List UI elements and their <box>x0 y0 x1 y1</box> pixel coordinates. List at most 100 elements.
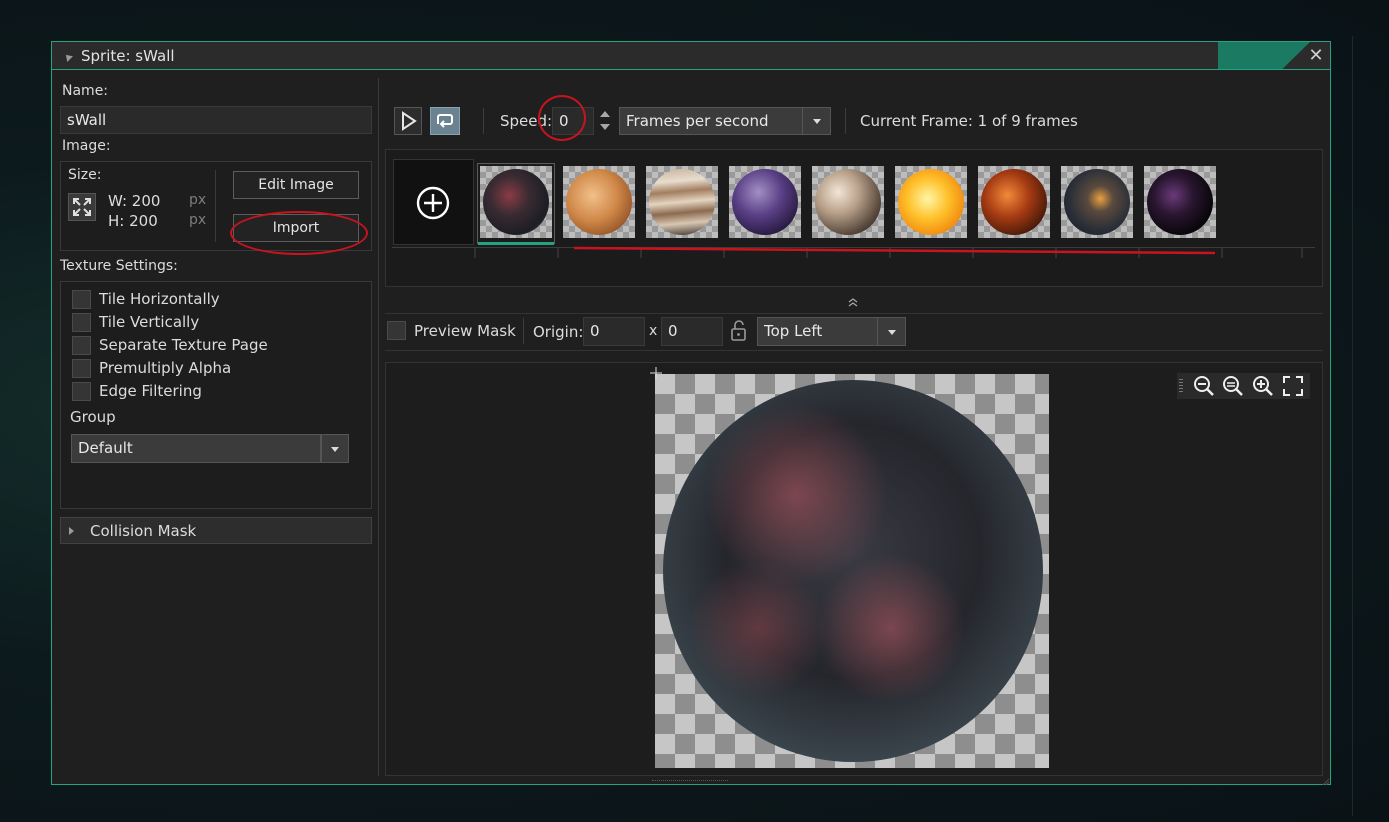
tile-vertically-label: Tile Vertically <box>99 313 200 331</box>
toolbar-separator <box>483 108 484 134</box>
play-icon <box>402 111 417 131</box>
chevron-down-icon <box>331 447 339 452</box>
zoom-out-icon <box>1194 376 1214 396</box>
frame-selection-highlight <box>477 163 555 244</box>
corner-resize-grip[interactable] <box>1320 774 1330 786</box>
width-value: W: 200 <box>108 192 161 210</box>
frame-planet-image <box>1147 169 1213 235</box>
window-title: Sprite: sWall <box>81 47 175 65</box>
frame-planet-image <box>898 169 964 235</box>
annotation-circle-speed <box>538 95 586 141</box>
planet-image <box>663 380 1043 762</box>
stepper-up-icon[interactable] <box>600 111 610 117</box>
frame-planet-image <box>649 169 715 235</box>
annotation-circle-import <box>230 211 368 255</box>
frame-thumbnail[interactable] <box>978 166 1050 238</box>
separate-texture-page-label: Separate Texture Page <box>99 336 268 354</box>
title-bar[interactable]: Sprite: sWall ✕ <box>52 42 1330 70</box>
play-button[interactable] <box>394 107 422 135</box>
preview-mask-label: Preview Mask <box>414 322 516 340</box>
size-divider <box>215 170 216 242</box>
frame-thumbnail[interactable] <box>646 166 718 238</box>
sprite-preview <box>655 374 1049 768</box>
image-label: Image: <box>62 138 111 154</box>
edge-filtering-label: Edge Filtering <box>99 382 202 400</box>
frame-planet-image <box>981 169 1047 235</box>
stepper-down-icon[interactable] <box>600 124 610 130</box>
zoom-out-button[interactable] <box>1191 373 1217 399</box>
frame-thumbnail[interactable] <box>1144 166 1216 238</box>
texture-settings-label: Texture Settings: <box>60 258 178 274</box>
loop-button[interactable] <box>430 107 460 135</box>
origin-label: Origin: <box>533 323 584 341</box>
fullscreen-icon <box>1283 376 1303 396</box>
collision-mask-header[interactable]: Collision Mask <box>60 517 372 544</box>
collapse-icon[interactable] <box>63 52 73 62</box>
tile-vertically-checkbox[interactable] <box>72 313 91 332</box>
frame-thumbnail[interactable] <box>1061 166 1133 238</box>
zoom-reset-icon <box>1223 376 1243 396</box>
premultiply-alpha-checkbox[interactable] <box>72 359 91 378</box>
chevron-down-icon <box>888 330 896 335</box>
zoom-in-button[interactable] <box>1250 373 1276 399</box>
plus-circle-icon <box>416 186 450 220</box>
speed-unit-select[interactable]: Frames per second <box>619 107 803 135</box>
frame-selection-bar <box>478 242 554 245</box>
panel-divider <box>378 78 379 776</box>
edit-image-button[interactable]: Edit Image <box>233 171 359 199</box>
group-select[interactable]: Default <box>71 434 321 463</box>
collapse-strip-icon[interactable] <box>846 295 860 307</box>
frame-thumbnail[interactable] <box>729 166 801 238</box>
origin-crosshair-icon <box>650 367 662 379</box>
width-unit: px <box>189 192 207 208</box>
separate-texture-page-checkbox[interactable] <box>72 336 91 355</box>
zoom-in-icon <box>1253 376 1273 396</box>
frame-thumbnail[interactable] <box>895 166 967 238</box>
origin-preset-select[interactable]: Top Left <box>757 317 878 346</box>
loop-icon <box>437 114 453 128</box>
add-frame-button[interactable] <box>393 159 474 245</box>
frame-thumbnail[interactable] <box>812 166 884 238</box>
title-decoration <box>1218 42 1310 69</box>
height-value: H: 200 <box>108 212 158 230</box>
speed-stepper[interactable] <box>597 107 613 135</box>
close-icon[interactable]: ✕ <box>1306 46 1326 66</box>
group-label: Group <box>70 408 116 426</box>
origin-x-input[interactable]: 0 <box>583 317 645 346</box>
frame-planet-image <box>815 169 881 235</box>
fit-to-view-button[interactable] <box>1280 373 1306 399</box>
resize-grip[interactable] <box>652 780 728 784</box>
chevron-down-icon <box>813 119 821 124</box>
speed-unit-dropdown-button[interactable] <box>802 107 831 135</box>
frame-planet-image <box>566 169 632 235</box>
height-unit: px <box>189 212 207 228</box>
sprite-editor-window: Sprite: sWall ✕ Name: sWall Image: Size:… <box>51 41 1331 786</box>
frame-planet-image <box>732 169 798 235</box>
frame-thumbnail[interactable] <box>563 166 635 238</box>
name-field[interactable]: sWall <box>60 106 372 134</box>
expand-arrow-icon <box>69 527 74 535</box>
origin-x-separator: x <box>649 323 658 339</box>
toolbar-separator <box>845 108 846 134</box>
zoom-reset-button[interactable] <box>1220 373 1246 399</box>
group-dropdown-button[interactable] <box>321 434 349 463</box>
premultiply-alpha-label: Premultiply Alpha <box>99 359 232 377</box>
origin-preset-dropdown-button[interactable] <box>877 317 906 346</box>
current-frame-text: Current Frame: 1 of 9 frames <box>860 112 1078 130</box>
edge-filtering-checkbox[interactable] <box>72 382 91 401</box>
tile-horizontally-checkbox[interactable] <box>72 290 91 309</box>
properties-panel: Name: sWall Image: Size: W: 200 H: 200 p… <box>52 71 378 784</box>
zoom-toolbar-grip[interactable] <box>1177 373 1185 399</box>
name-label: Name: <box>62 83 109 99</box>
toolbar-separator <box>523 318 524 344</box>
texture-settings-box: Tile Horizontally Tile Vertically Separa… <box>60 281 372 509</box>
origin-y-input[interactable]: 0 <box>661 317 723 346</box>
size-label: Size: <box>68 167 102 183</box>
lock-icon[interactable] <box>729 319 749 343</box>
background-divider <box>1352 36 1353 816</box>
preview-mask-checkbox[interactable] <box>387 321 406 340</box>
frame-planet-image <box>1064 169 1130 235</box>
collision-mask-label: Collision Mask <box>90 522 197 540</box>
resize-icon[interactable] <box>68 193 96 221</box>
annotation-underline-frames <box>572 242 1217 258</box>
